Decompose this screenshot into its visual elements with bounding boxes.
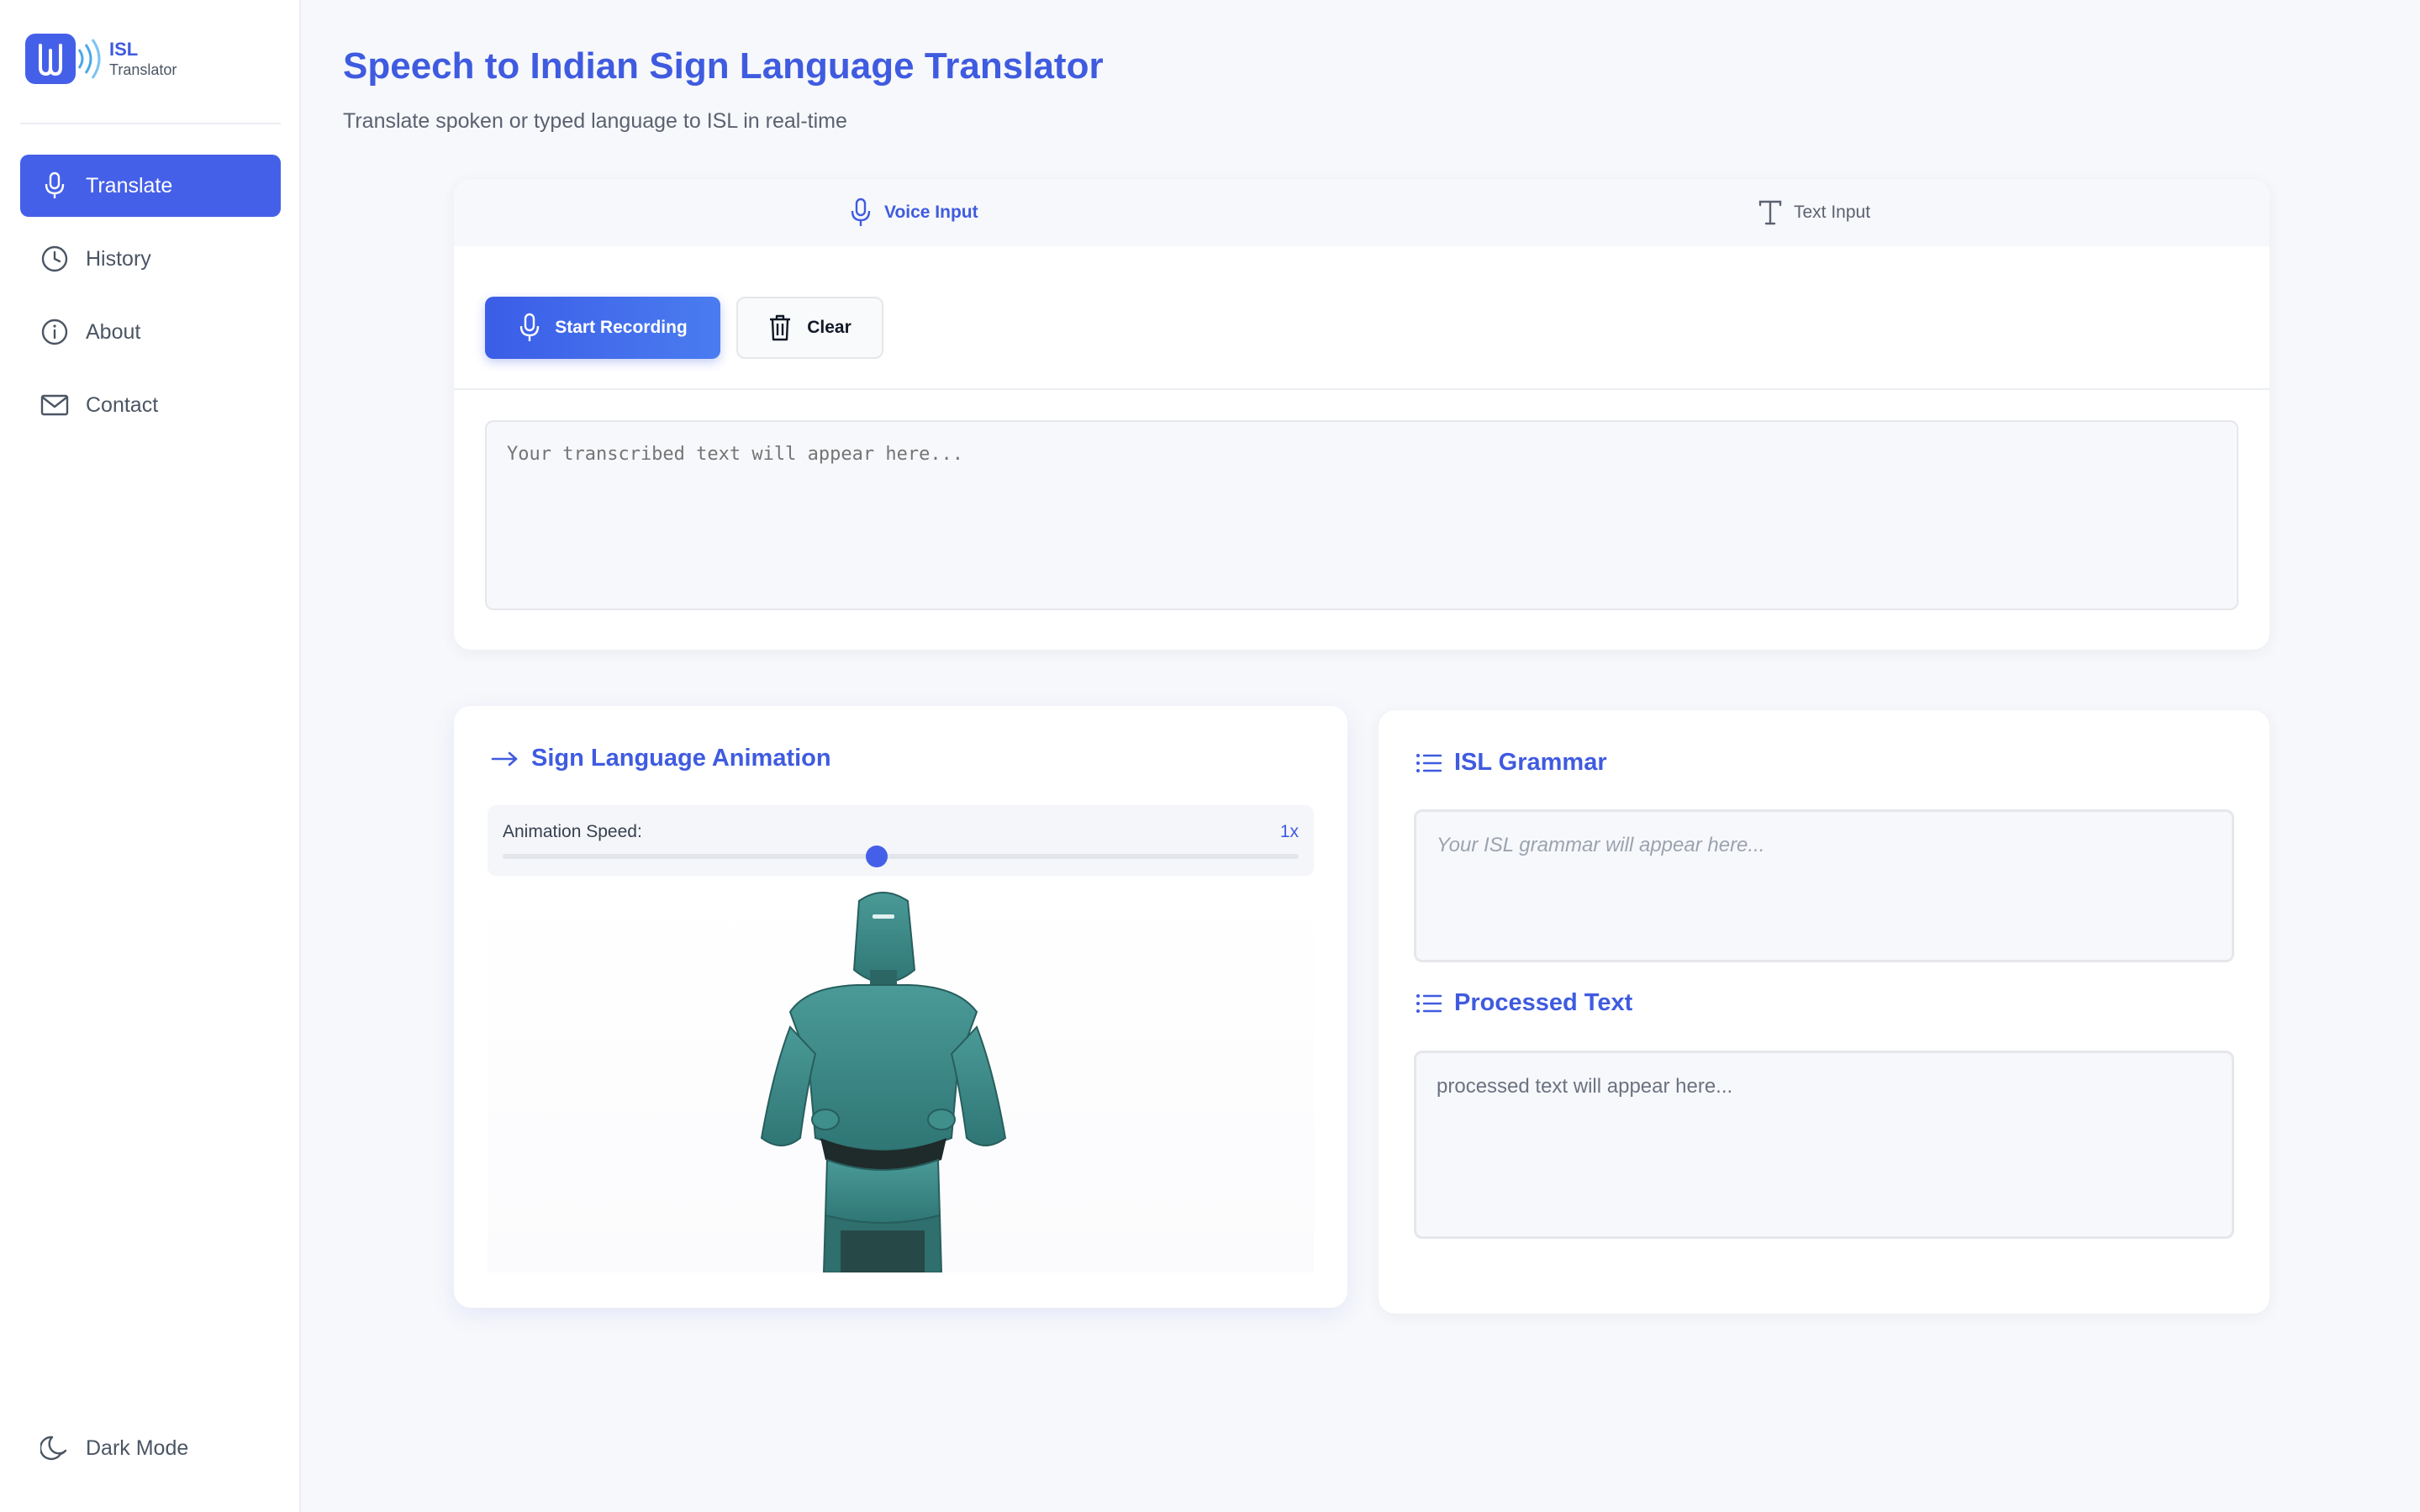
grammar-title-label: ISL Grammar [1454, 749, 1607, 776]
sidebar-item-label: Translate [86, 173, 173, 198]
moon-icon [39, 1434, 69, 1462]
tab-label: Voice Input [884, 203, 978, 222]
sidebar-divider [20, 123, 281, 124]
mail-icon [40, 391, 69, 419]
grammar-output: Your ISL grammar will appear here... [1414, 809, 2234, 962]
info-icon [40, 318, 69, 346]
sidebar: ISL Translator Translate History About C… [0, 0, 301, 1512]
grammar-title: ISL Grammar [1416, 749, 1607, 777]
input-card: Voice Input Text Input Start Recording C… [454, 179, 2270, 650]
tab-label: Text Input [1794, 203, 1871, 222]
microphone-icon [847, 197, 874, 229]
logo-subtitle: Translator [109, 61, 177, 78]
card-divider [454, 388, 2270, 390]
speed-slider[interactable] [503, 846, 1299, 867]
tab-text-input[interactable]: Text Input [1757, 179, 1870, 246]
dark-mode-label: Dark Mode [86, 1436, 189, 1460]
speed-value: 1x [1279, 822, 1299, 841]
animation-title-label: Sign Language Animation [531, 745, 831, 772]
clock-icon [40, 245, 69, 273]
processed-title: Processed Text [1416, 989, 1632, 1017]
microphone-icon [40, 171, 69, 200]
sound-waves-icon [77, 39, 101, 79]
speed-panel: Animation Speed: 1x [488, 805, 1314, 876]
transcript-textarea[interactable] [485, 420, 2238, 610]
list-icon [1416, 992, 1442, 1015]
processed-title-label: Processed Text [1454, 989, 1633, 1016]
robot-avatar [760, 892, 1007, 1272]
speed-slider-thumb[interactable] [866, 846, 888, 867]
input-tabs: Voice Input Text Input [454, 179, 2270, 246]
page-subtitle: Translate spoken or typed language to IS… [343, 109, 847, 133]
animation-title: Sign Language Animation [491, 745, 831, 772]
microphone-icon [518, 312, 543, 344]
dark-mode-toggle[interactable]: Dark Mode [39, 1434, 189, 1462]
speed-label: Animation Speed: [503, 822, 642, 841]
logo-mark-icon [25, 34, 76, 84]
avatar-stage [488, 886, 1314, 1272]
list-icon [1416, 751, 1442, 775]
app-logo[interactable]: ISL Translator [25, 34, 177, 84]
sidebar-item-about[interactable]: About [20, 301, 281, 363]
processed-output: processed text will appear here... [1414, 1051, 2234, 1239]
start-recording-button[interactable]: Start Recording [485, 297, 720, 359]
sidebar-item-history[interactable]: History [20, 228, 281, 290]
tab-voice-input[interactable]: Voice Input [847, 179, 978, 246]
sidebar-item-label: Contact [86, 392, 159, 417]
page-title: Speech to Indian Sign Language Translato… [343, 45, 1104, 87]
sidebar-nav: Translate History About Contact [20, 155, 281, 447]
text-icon [1757, 197, 1784, 229]
trash-icon [768, 313, 793, 343]
logo-title: ISL [109, 39, 139, 60]
grammar-card: ISL Grammar Your ISL grammar will appear… [1379, 710, 2270, 1314]
clear-label: Clear [807, 318, 851, 337]
start-recording-label: Start Recording [555, 318, 688, 337]
clear-button[interactable]: Clear [736, 297, 883, 359]
arrow-right-icon [491, 749, 519, 769]
sidebar-item-label: History [86, 246, 151, 271]
sidebar-item-contact[interactable]: Contact [20, 374, 281, 436]
sidebar-item-translate[interactable]: Translate [20, 155, 281, 217]
sidebar-item-label: About [86, 319, 141, 344]
animation-card: Sign Language Animation Animation Speed:… [454, 706, 1347, 1308]
